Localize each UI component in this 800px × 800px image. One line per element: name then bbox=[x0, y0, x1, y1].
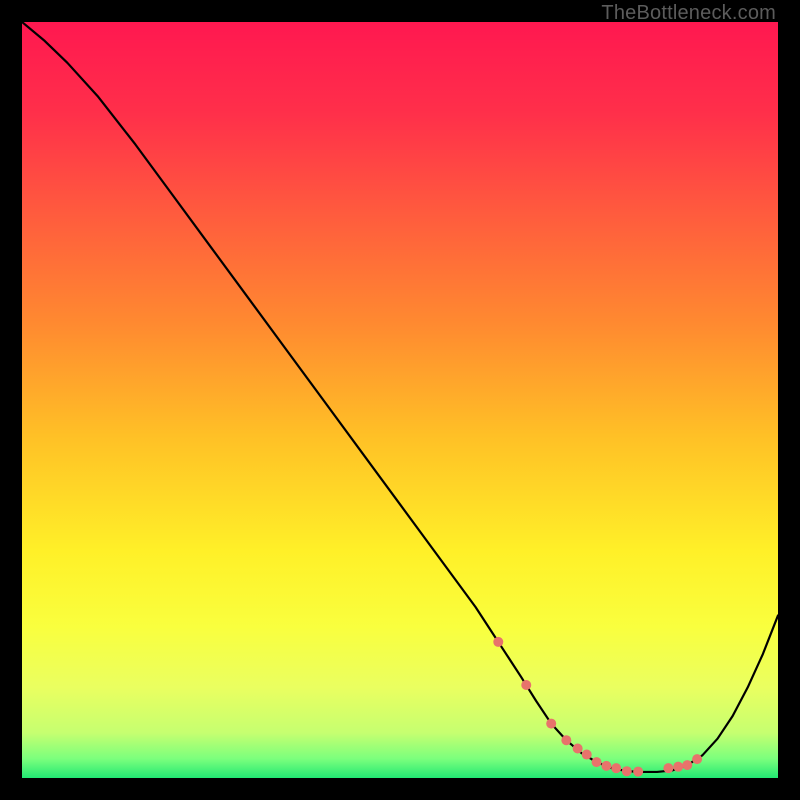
chart-plot bbox=[22, 22, 778, 778]
highlight-marker bbox=[582, 750, 592, 760]
highlight-marker bbox=[682, 760, 692, 770]
highlight-marker bbox=[561, 735, 571, 745]
highlight-marker bbox=[546, 719, 556, 729]
highlight-marker bbox=[521, 680, 531, 690]
highlight-marker bbox=[493, 637, 503, 647]
highlight-marker bbox=[592, 757, 602, 767]
highlight-marker bbox=[622, 766, 632, 776]
chart-frame bbox=[22, 22, 778, 778]
highlight-marker bbox=[692, 754, 702, 764]
gradient-background bbox=[22, 22, 778, 778]
highlight-marker bbox=[663, 763, 673, 773]
highlight-marker bbox=[611, 763, 621, 773]
highlight-marker bbox=[601, 761, 611, 771]
highlight-marker bbox=[633, 767, 643, 777]
highlight-marker bbox=[573, 744, 583, 754]
highlight-marker bbox=[673, 762, 683, 772]
